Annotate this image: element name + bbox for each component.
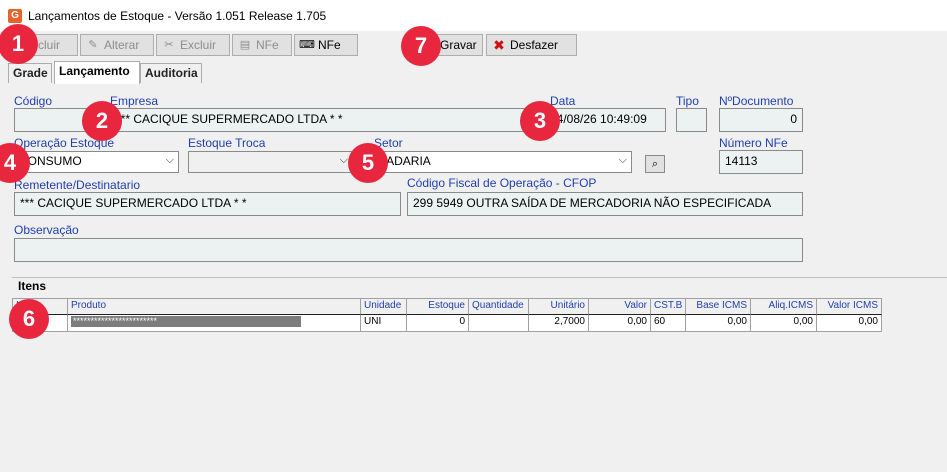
nfe-doc-icon: ▤ xyxy=(239,39,251,51)
setor-select[interactable]: PADARIA ⌵ xyxy=(374,151,632,173)
col-unitario[interactable]: Unitário xyxy=(529,298,589,315)
grid-header-row: Item Produto Unidade Estoque Quantidade … xyxy=(12,298,882,315)
col-unidade[interactable]: Unidade xyxy=(361,298,407,315)
remetente-field[interactable]: *** CACIQUE SUPERMERCADO LTDA * * xyxy=(14,192,401,216)
nfe-disabled-label: NFe xyxy=(256,38,279,52)
annotation-badge-6: 6 xyxy=(9,299,49,339)
tab-auditoria[interactable]: Auditoria xyxy=(140,63,202,83)
nfe-disabled-button[interactable]: ▤ NFe xyxy=(232,34,292,56)
cell-produto: ************************ xyxy=(68,315,361,332)
ndocumento-field[interactable]: 0 xyxy=(719,108,803,132)
annotation-badge-7: 7 xyxy=(401,26,441,66)
alterar-button[interactable]: ✎ Alterar xyxy=(80,34,154,56)
col-base-icms[interactable]: Base ICMS xyxy=(686,298,751,315)
col-quantidade[interactable]: Quantidade xyxy=(469,298,529,315)
edit-icon: ✎ xyxy=(88,39,98,51)
col-valor-icms[interactable]: Valor ICMS xyxy=(817,298,882,315)
ndocumento-label: NºDocumento xyxy=(719,94,794,108)
cell-valor-icms: 0,00 xyxy=(817,315,882,332)
gravar-label: Gravar xyxy=(440,38,477,52)
data-field[interactable]: 24/08/26 10:49:09 xyxy=(544,108,666,132)
cfop-field[interactable]: 299 5949 OUTRA SAÍDA DE MERCADORIA NÃO E… xyxy=(407,192,803,216)
cfop-label: Código Fiscal de Operação - CFOP xyxy=(407,176,597,190)
annotation-badge-3: 3 xyxy=(520,101,560,141)
chevron-down-icon[interactable]: ⌵ xyxy=(340,154,348,167)
desfazer-label: Desfazer xyxy=(510,38,559,52)
cell-cstb: 60 xyxy=(651,315,686,332)
cell-aliq-icms: 0,00 xyxy=(751,315,817,332)
toolbar: ✚ Incluir ✎ Alterar ✂ Excluir ▤ NFe ⌨ NF… xyxy=(0,31,947,59)
cell-quantidade xyxy=(469,315,529,332)
observacao-label: Observação xyxy=(14,223,79,237)
desfazer-button[interactable]: ✖ Desfazer xyxy=(486,34,577,56)
alterar-label: Alterar xyxy=(104,38,140,52)
setor-search-button[interactable]: ⌕ xyxy=(645,155,665,173)
col-valor[interactable]: Valor xyxy=(589,298,651,315)
operacao-estoque-select[interactable]: CONSUMO ⌵ xyxy=(14,151,179,173)
cell-base-icms: 0,00 xyxy=(686,315,751,332)
excluir-label: Excluir xyxy=(180,38,217,52)
itens-divider xyxy=(12,277,947,278)
nfe-keyboard-icon: ⌨ xyxy=(299,39,315,51)
undo-x-icon: ✖ xyxy=(493,37,505,53)
search-icon: ⌕ xyxy=(651,157,659,170)
excluir-button[interactable]: ✂ Excluir xyxy=(156,34,230,56)
nfe-label: NFe xyxy=(318,38,341,52)
col-produto[interactable]: Produto xyxy=(68,298,361,315)
tipo-field[interactable] xyxy=(676,108,707,132)
tab-grade[interactable]: Grade xyxy=(8,63,52,83)
table-row[interactable]: ************************ UNI 0 2,7000 0,… xyxy=(12,315,882,332)
estoque-troca-label: Estoque Troca xyxy=(188,136,266,150)
window-title: Lançamentos de Estoque - Versão 1.051 Re… xyxy=(28,8,327,23)
cell-estoque: 0 xyxy=(407,315,469,332)
tab-lancamento[interactable]: Lançamento xyxy=(54,61,140,84)
annotation-badge-2: 2 xyxy=(82,101,122,141)
chevron-down-icon[interactable]: ⌵ xyxy=(619,154,627,167)
numero-nfe-label: Número NFe xyxy=(719,136,788,150)
numero-nfe-field[interactable]: 14113 xyxy=(719,150,803,174)
itens-grid[interactable]: Item Produto Unidade Estoque Quantidade … xyxy=(12,298,882,332)
remetente-label: Remetente/Destinatario xyxy=(14,178,141,192)
title-bar: G Lançamentos de Estoque - Versão 1.051 … xyxy=(0,0,947,31)
itens-label: Itens xyxy=(18,279,47,293)
observacao-field[interactable] xyxy=(14,238,803,262)
app-logo-icon: G xyxy=(8,8,22,23)
delete-icon: ✂ xyxy=(164,39,174,51)
cell-unidade: UNI xyxy=(361,315,407,332)
cell-valor: 0,00 xyxy=(589,315,651,332)
tipo-label: Tipo xyxy=(676,94,699,108)
col-estoque[interactable]: Estoque xyxy=(407,298,469,315)
cell-unitario: 2,7000 xyxy=(529,315,589,332)
col-cstb[interactable]: CST.B xyxy=(651,298,686,315)
produto-text: ************************ xyxy=(71,316,301,327)
estoque-troca-select[interactable]: ⌵ xyxy=(188,151,353,173)
col-aliq-icms[interactable]: Aliq.ICMS xyxy=(751,298,817,315)
empresa-field[interactable]: *** CACIQUE SUPERMERCADO LTDA * * xyxy=(110,108,540,132)
chevron-down-icon[interactable]: ⌵ xyxy=(166,154,174,167)
nfe-button[interactable]: ⌨ NFe xyxy=(294,34,358,56)
annotation-badge-5: 5 xyxy=(348,143,388,183)
empresa-label: Empresa xyxy=(110,94,159,108)
codigo-label: Código xyxy=(14,94,53,108)
